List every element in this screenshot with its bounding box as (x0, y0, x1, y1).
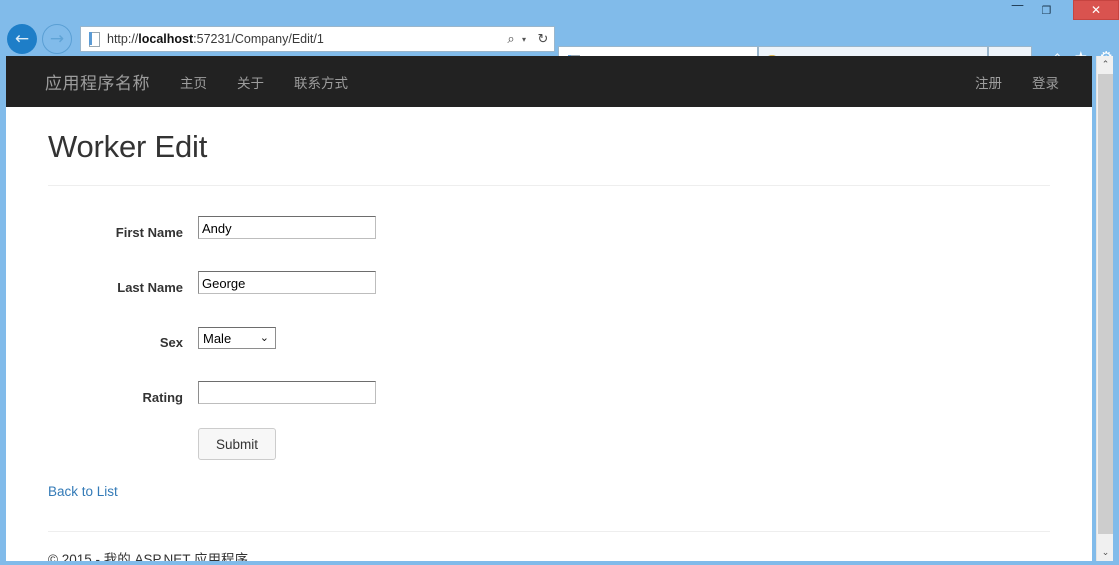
first-name-input[interactable] (198, 216, 376, 239)
window-minimize-button[interactable]: — (1003, 0, 1032, 20)
address-bar[interactable]: http://localhost:57231/Company/Edit/1 ⌕ … (80, 26, 555, 52)
maximize-icon: ❐ (1041, 3, 1052, 17)
url-host: localhost (138, 32, 194, 46)
form-row-submit: Submit (30, 428, 1068, 460)
site-navbar: 应用程序名称 主页 关于 联系方式 注册 登录 (6, 56, 1092, 107)
minimize-icon: — (1011, 0, 1024, 13)
sex-field-wrap: Male ⌄ (198, 318, 378, 349)
last-name-label: Last Name (117, 280, 183, 295)
nav-link-home[interactable]: 主页 (165, 72, 222, 92)
rating-label: Rating (142, 390, 183, 405)
first-name-label: First Name (115, 225, 183, 240)
browser-toolbar: ← → http://localhost:57231/Company/Edit/… (0, 22, 1119, 76)
back-arrow-icon: ← (14, 29, 30, 49)
nav-link-contact[interactable]: 联系方式 (279, 72, 363, 92)
forward-button[interactable]: → (42, 24, 72, 54)
browser-window: — ❐ ✕ ← → http://localhost:57231/Company… (0, 0, 1119, 565)
close-icon: ✕ (1090, 3, 1102, 17)
nav-link-about[interactable]: 关于 (222, 72, 279, 92)
page-container: Worker Edit First Name Last Name Sex (6, 129, 1092, 561)
last-name-field-wrap (198, 263, 378, 294)
window-maximize-button[interactable]: ❐ (1032, 0, 1061, 20)
sex-label: Sex (159, 335, 183, 350)
search-icon[interactable]: ⌕ (500, 32, 522, 47)
rating-input[interactable] (198, 381, 376, 404)
sex-select[interactable]: Male ⌄ (198, 327, 276, 349)
url-scheme: http:// (107, 32, 139, 46)
submit-button[interactable]: Submit (198, 428, 277, 460)
address-input[interactable]: http://localhost:57231/Company/Edit/1 (103, 32, 500, 46)
window-titlebar: — ❐ ✕ (0, 0, 1119, 22)
scrollbar-thumb[interactable] (1098, 74, 1113, 534)
title-divider (48, 185, 1050, 186)
page-title: Worker Edit (48, 129, 208, 164)
form-row-first-name: First Name (30, 208, 1068, 240)
form-row-rating: Rating (30, 373, 1068, 405)
nav-link-register[interactable]: 注册 (960, 72, 1017, 92)
forward-arrow-icon: → (49, 29, 65, 49)
site-brand[interactable]: 应用程序名称 (30, 69, 165, 94)
page-viewport: 应用程序名称 主页 关于 联系方式 注册 登录 Worker Edit Firs… (6, 56, 1092, 561)
back-to-list-link[interactable]: Back to List (48, 484, 118, 499)
scroll-up-arrow-icon[interactable]: ⌃ (1097, 56, 1114, 73)
search-dropdown-caret-icon[interactable]: ▾ (522, 35, 532, 44)
first-name-field-wrap (198, 208, 378, 239)
page-favicon-icon (85, 31, 103, 47)
footer-copyright: © 2015 - 我的 ASP.NET 应用程序 (48, 552, 249, 561)
sex-selected-value: Male (203, 330, 232, 346)
nav-link-login[interactable]: 登录 (1017, 72, 1074, 92)
footer-divider (48, 531, 1050, 532)
form-row-sex: Sex Male ⌄ (30, 318, 1068, 350)
refresh-icon[interactable]: ↻ (532, 32, 554, 47)
rating-field-wrap (198, 373, 378, 404)
scroll-down-arrow-icon[interactable]: ⌄ (1097, 544, 1114, 561)
back-button[interactable]: ← (7, 24, 37, 54)
last-name-input[interactable] (198, 271, 376, 294)
submit-spacer (30, 428, 198, 460)
worker-edit-form: First Name Last Name Sex Male (30, 208, 1068, 460)
navbar-left-group: 应用程序名称 主页 关于 联系方式 (30, 69, 363, 94)
vertical-scrollbar[interactable]: ⌃ ⌄ (1096, 56, 1113, 561)
window-close-button[interactable]: ✕ (1073, 0, 1119, 20)
url-path: :57231/Company/Edit/1 (193, 32, 324, 46)
chevron-down-icon: ⌄ (259, 331, 269, 344)
form-row-last-name: Last Name (30, 263, 1068, 295)
navbar-right-group: 注册 登录 (960, 72, 1092, 92)
